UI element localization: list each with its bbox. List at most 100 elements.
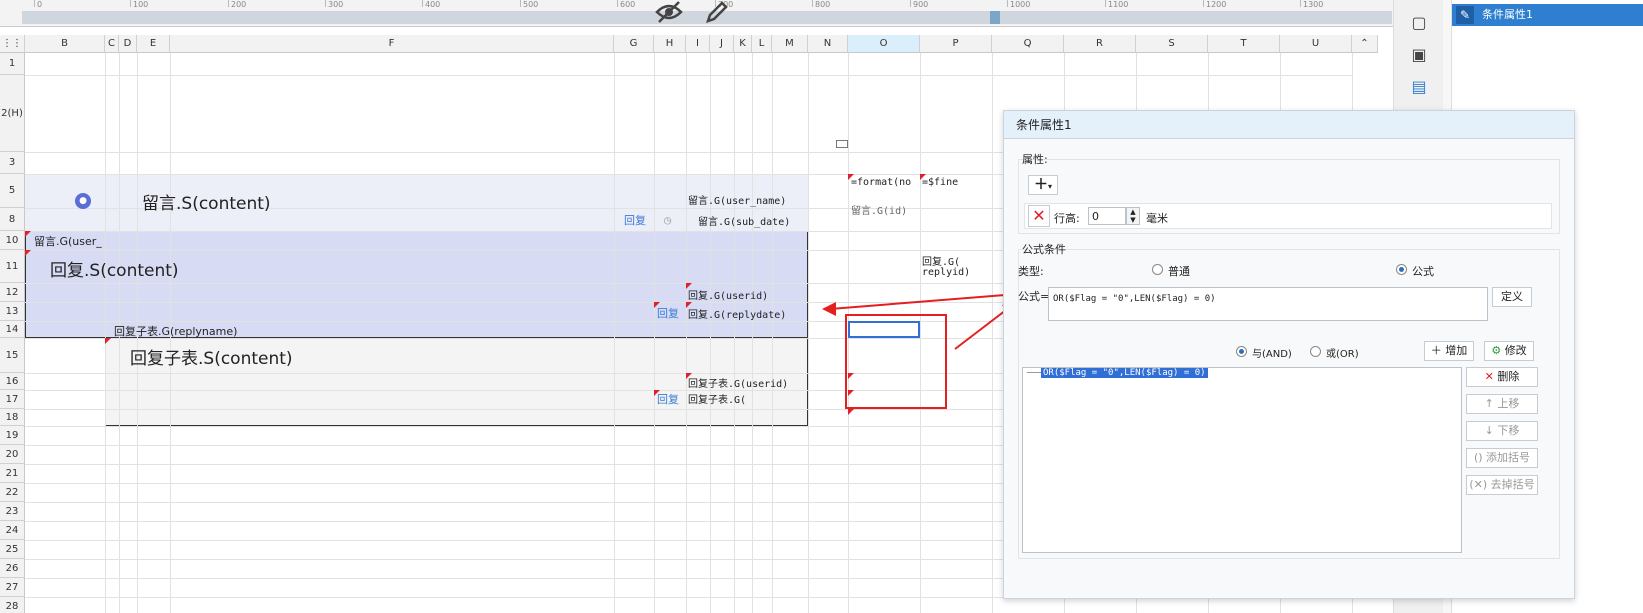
row-height-stepper[interactable]: ▲ ▼ — [1126, 207, 1140, 225]
reply-id-cell[interactable]: 回复.G( — [922, 253, 960, 268]
row-header[interactable]: 19 — [0, 426, 25, 445]
reply-link[interactable]: 回复 — [657, 391, 679, 407]
row-header[interactable]: 5 — [0, 174, 25, 208]
row-header[interactable]: 16 — [0, 373, 25, 390]
and-radio[interactable] — [1236, 346, 1247, 357]
condition-marker-icon — [686, 283, 692, 289]
row-header[interactable]: 28 — [0, 597, 25, 613]
column-header[interactable]: F — [170, 35, 614, 53]
condition-list[interactable]: OR($Flag = "0",LEN($Flag) = 0) — [1022, 367, 1462, 553]
reply-date-cell[interactable]: 回复.G(replydate) — [688, 306, 786, 321]
plus-icon: ＋ — [1430, 344, 1442, 357]
checkbox-widget-icon[interactable] — [836, 140, 848, 148]
formula-input[interactable]: OR($Flag = "0",LEN($Flag) = 0) — [1048, 287, 1488, 321]
move-down-button[interactable]: ↓ 下移 — [1466, 421, 1538, 441]
column-header[interactable]: D — [119, 35, 137, 53]
column-header[interactable]: G — [614, 35, 654, 53]
row-height-input[interactable]: 0 — [1088, 207, 1126, 225]
remove-bracket-button[interactable]: (✕) 去掉括号 — [1466, 475, 1538, 495]
ruler-tick: 900 — [910, 0, 928, 9]
history-icon[interactable]: ◷ — [664, 213, 671, 227]
column-header[interactable]: S — [1136, 35, 1208, 53]
column-header[interactable]: I — [686, 35, 710, 53]
column-header-selected[interactable]: O — [848, 35, 920, 53]
layout-icon[interactable]: ▤ — [1410, 78, 1428, 96]
row-header[interactable]: 2(H) — [0, 75, 25, 152]
row-header[interactable]: 24 — [0, 521, 25, 540]
column-header[interactable]: U — [1280, 35, 1352, 53]
reply-link[interactable]: 回复 — [657, 305, 679, 321]
add-attribute-button[interactable]: ＋▾ — [1028, 175, 1058, 195]
move-up-button[interactable]: ↑ 上移 — [1466, 394, 1538, 414]
column-header[interactable]: C — [105, 35, 119, 53]
modify-button[interactable]: ⚙ 修改 — [1484, 341, 1534, 361]
row-header[interactable]: 20 — [0, 445, 25, 464]
type-normal-radio[interactable] — [1152, 264, 1163, 275]
column-header[interactable]: B — [25, 35, 105, 53]
row-header[interactable]: 12 — [0, 283, 25, 302]
row-header[interactable]: 25 — [0, 540, 25, 559]
ruler-tick: 500 — [520, 0, 538, 9]
reply-name-cell[interactable]: 回复子表.G(replyname) — [114, 323, 237, 339]
row-header[interactable]: 21 — [0, 464, 25, 483]
ruler-tick: 1300 — [1300, 0, 1323, 9]
ruler-tick: 600 — [617, 0, 635, 9]
delete-button[interactable]: ✕ 删除 — [1466, 367, 1538, 387]
column-header[interactable]: P — [920, 35, 992, 53]
row-header[interactable]: 18 — [0, 409, 25, 426]
row-header[interactable]: 27 — [0, 578, 25, 597]
row-header[interactable]: 3 — [0, 152, 25, 174]
or-radio[interactable] — [1310, 346, 1321, 357]
column-header[interactable]: N — [808, 35, 848, 53]
row-header[interactable]: 26 — [0, 559, 25, 578]
scroll-thumb[interactable] — [990, 11, 1000, 24]
row-header[interactable]: 8 — [0, 208, 25, 231]
pencil-icon[interactable] — [705, 0, 729, 30]
reply-user-cell[interactable]: 留言.G(user_ — [34, 233, 102, 249]
column-header[interactable]: T — [1208, 35, 1280, 53]
delete-attribute-icon[interactable]: ✕ — [1028, 205, 1050, 227]
row-header[interactable]: 10 — [0, 231, 25, 250]
square-icon[interactable]: ▢ — [1410, 14, 1428, 32]
column-header[interactable]: K — [734, 35, 752, 53]
define-button[interactable]: 定义 — [1492, 287, 1532, 307]
reply-content-cell[interactable]: 回复.S(content) — [50, 256, 179, 281]
column-header[interactable]: E — [137, 35, 170, 53]
row-header[interactable]: 13 — [0, 302, 25, 321]
eye-slash-icon[interactable] — [655, 0, 683, 30]
user-name-cell[interactable]: 留言.G(user_name) — [688, 192, 786, 207]
sub-date-cell[interactable]: 留言.G(sub_date) — [698, 213, 790, 228]
reply-sub-g-cell[interactable]: 回复子表.G( — [688, 391, 746, 406]
ruler-tick: 800 — [812, 0, 830, 9]
row-header[interactable]: 22 — [0, 483, 25, 502]
row-header[interactable]: 11 — [0, 250, 25, 283]
reply-sub-userid-cell[interactable]: 回复子表.G(userid) — [688, 375, 788, 390]
column-header[interactable]: H — [654, 35, 686, 53]
corner-cell[interactable]: ⋮⋮ — [0, 35, 25, 53]
row-header[interactable]: 23 — [0, 502, 25, 521]
column-header[interactable]: J — [710, 35, 734, 53]
fine-cell[interactable]: =$fine — [922, 177, 958, 188]
message-id-cell[interactable]: 留言.G(id) — [851, 202, 907, 217]
row-header[interactable]: 17 — [0, 390, 25, 409]
type-formula-radio[interactable] — [1396, 264, 1407, 275]
column-header[interactable]: L — [752, 35, 772, 53]
add-bracket-button[interactable]: () 添加括号 — [1466, 448, 1538, 468]
reply-sub-content-cell[interactable]: 回复子表.S(content) — [130, 344, 293, 369]
reply-link[interactable]: 回复 — [624, 212, 646, 228]
tree-item-condition[interactable]: ✎ 条件属性1 — [1452, 4, 1643, 26]
collapse-icon[interactable]: ⌃ — [1352, 35, 1378, 53]
row-header[interactable]: 1 — [0, 53, 25, 75]
row-header[interactable]: 14 — [0, 321, 25, 338]
message-content-cell[interactable]: 留言.S(content) — [142, 189, 271, 214]
column-header[interactable]: R — [1064, 35, 1136, 53]
condition-item[interactable]: OR($Flag = "0",LEN($Flag) = 0) — [1041, 368, 1208, 378]
column-header[interactable]: M — [772, 35, 808, 53]
format-cell[interactable]: =format(no — [851, 177, 911, 188]
column-header[interactable]: Q — [992, 35, 1064, 53]
formula-condition-label: 公式条件 — [1022, 243, 1066, 256]
add-button[interactable]: ＋ 增加 — [1424, 341, 1474, 361]
reply-userid-cell[interactable]: 回复.G(userid) — [688, 287, 768, 302]
dropdown-box-icon[interactable]: ▣ — [1410, 46, 1428, 64]
row-header[interactable]: 15 — [0, 338, 25, 373]
